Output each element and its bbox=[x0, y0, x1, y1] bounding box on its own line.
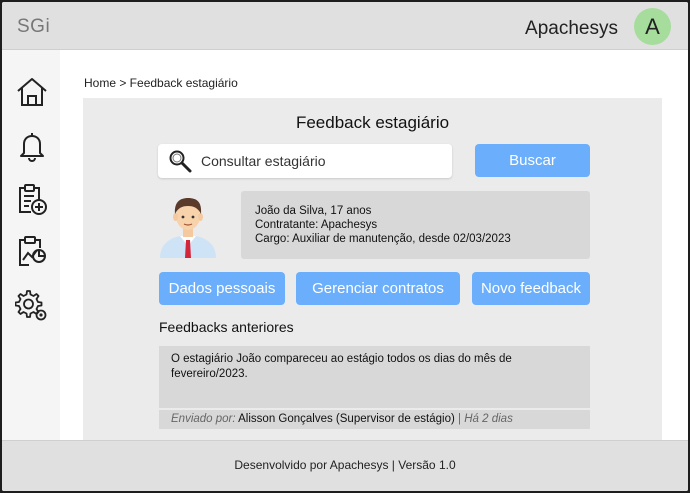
previous-feedbacks-title: Feedbacks anteriores bbox=[159, 319, 294, 335]
intern-name-age: João da Silva, 17 anos bbox=[255, 205, 372, 217]
feedback-time: Há 2 dias bbox=[464, 413, 513, 425]
settings-gears-icon[interactable] bbox=[15, 288, 49, 322]
intern-contractor: Contratante: Apachesys bbox=[255, 219, 378, 231]
app-logo[interactable]: SGi bbox=[17, 16, 50, 38]
feedback-text: O estagiário João compareceu ao estágio … bbox=[159, 346, 590, 408]
search-input[interactable] bbox=[201, 144, 446, 178]
feedback-separator: | bbox=[458, 413, 462, 425]
intern-avatar bbox=[160, 198, 216, 258]
app-window: SGi Apachesys A Home > Feedback estagiár… bbox=[2, 2, 688, 491]
top-bar: SGi Apachesys A bbox=[2, 2, 688, 50]
clipboard-add-icon[interactable] bbox=[15, 182, 49, 216]
feedback-author: Alisson Gonçalves (Supervisor de estágio… bbox=[238, 413, 455, 425]
search-icon bbox=[169, 150, 192, 173]
search-button[interactable]: Buscar bbox=[475, 144, 590, 177]
bell-icon[interactable] bbox=[15, 129, 49, 163]
home-icon[interactable] bbox=[15, 75, 49, 109]
personal-data-button[interactable]: Dados pessoais bbox=[159, 272, 285, 305]
intern-info: João da Silva, 17 anos Contratante: Apac… bbox=[241, 191, 590, 259]
main-content: Home > Feedback estagiário Feedback esta… bbox=[60, 50, 688, 440]
footer: Desenvolvido por Apachesys | Versão 1.0 bbox=[2, 440, 688, 491]
feedback-panel: Feedback estagiário Buscar bbox=[83, 98, 662, 440]
search-box[interactable] bbox=[158, 144, 452, 178]
manage-contracts-button[interactable]: Gerenciar contratos bbox=[296, 272, 460, 305]
sidebar bbox=[2, 50, 60, 440]
intern-role: Cargo: Auxiliar de manutenção, desde 02/… bbox=[255, 233, 511, 245]
breadcrumb[interactable]: Home > Feedback estagiário bbox=[84, 76, 238, 90]
new-feedback-button[interactable]: Novo feedback bbox=[472, 272, 590, 305]
page-title: Feedback estagiário bbox=[295, 113, 450, 132]
feedback-meta: Enviado por: Alisson Gonçalves (Supervis… bbox=[159, 410, 590, 429]
report-chart-icon[interactable] bbox=[15, 234, 49, 268]
company-name: Apachesys bbox=[525, 18, 618, 39]
avatar[interactable]: A bbox=[634, 8, 671, 45]
feedback-sent-label: Enviado por: bbox=[171, 413, 236, 425]
